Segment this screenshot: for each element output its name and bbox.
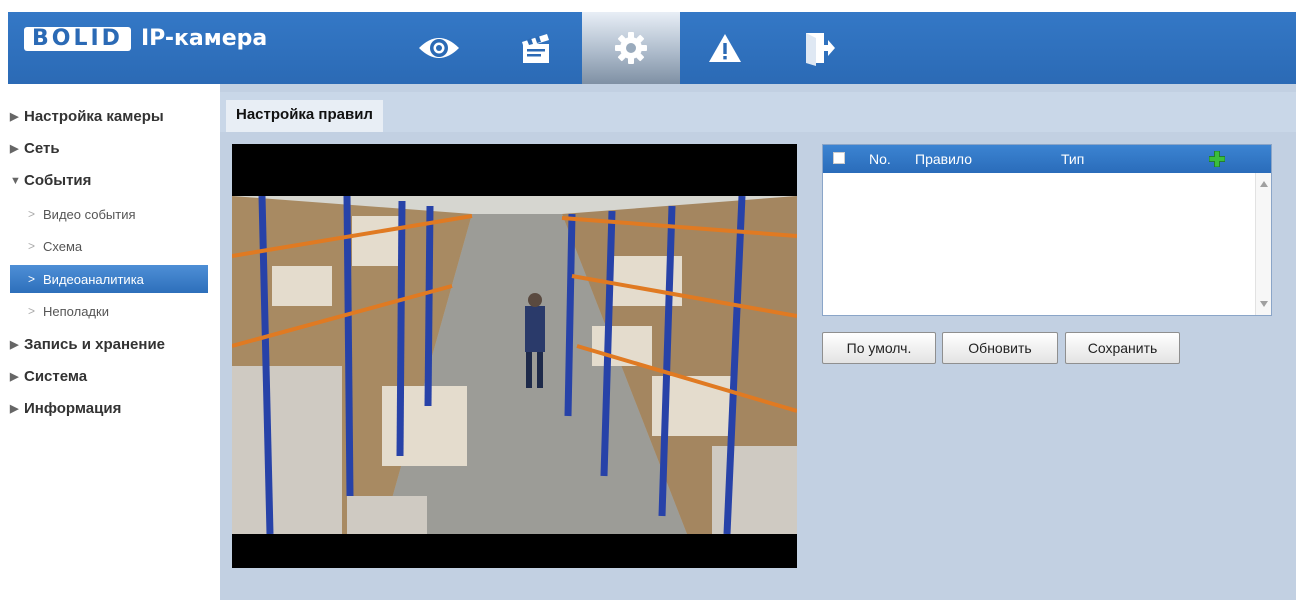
triangle-right-icon: ▶ [10, 339, 19, 351]
nav-settings-button[interactable] [582, 12, 680, 84]
triangle-right-icon: ▶ [10, 143, 19, 155]
add-rule-icon[interactable] [1209, 151, 1225, 167]
chevron-right-icon: > [28, 239, 36, 253]
gear-icon [615, 32, 647, 64]
sidebar-item-label: Сеть [24, 140, 60, 157]
default-button[interactable]: По умолч. [822, 332, 936, 364]
sidebar-item-events[interactable]: ▼ События [10, 172, 91, 189]
main-content: Настройка правил No. Правило Тип По умол… [220, 84, 1296, 600]
nav-logout-button[interactable] [770, 12, 868, 84]
sidebar-item-system[interactable]: ▶ Система [10, 368, 87, 385]
scroll-down-icon[interactable] [1260, 301, 1268, 307]
save-button[interactable]: Сохранить [1065, 332, 1180, 364]
sidebar-item-camera-settings[interactable]: ▶ Настройка камеры [10, 108, 164, 125]
sidebar-subitem-scheme[interactable]: > Схема [10, 232, 208, 260]
nav-playback-button[interactable] [488, 12, 586, 84]
refresh-button[interactable]: Обновить [942, 332, 1058, 364]
triangle-down-icon: ▼ [10, 174, 21, 187]
triangle-right-icon: ▶ [10, 371, 19, 383]
nav-alarm-button[interactable] [676, 12, 774, 84]
logout-icon [806, 33, 835, 66]
chevron-right-icon: > [28, 304, 36, 318]
nav-live-view-button[interactable] [390, 12, 488, 84]
warehouse-video-frame [232, 196, 797, 534]
sidebar-subitem-label: Видеоаналитика [43, 271, 144, 287]
sidebar-subitem-video-analytics[interactable]: > Видеоаналитика [10, 265, 208, 293]
sidebar-item-network[interactable]: ▶ Сеть [10, 140, 60, 157]
sidebar-item-label: Запись и хранение [24, 336, 166, 353]
logo-product: IP-камера [140, 26, 268, 51]
column-header-no: No. [869, 151, 891, 167]
rules-table: No. Правило Тип [822, 144, 1272, 316]
camera-preview[interactable] [232, 144, 797, 568]
sidebar-item-information[interactable]: ▶ Информация [10, 400, 121, 417]
chevron-right-icon: > [28, 207, 36, 221]
sidebar-subitem-label: Схема [43, 238, 83, 254]
sidebar-subitem-faults[interactable]: > Неполадки [10, 297, 208, 325]
triangle-right-icon: ▶ [10, 403, 19, 415]
select-all-checkbox[interactable] [833, 152, 845, 164]
tab-rule-settings[interactable]: Настройка правил [226, 100, 383, 132]
logo-brand: BOLID [24, 26, 131, 51]
triangle-right-icon: ▶ [10, 111, 19, 123]
column-header-type: Тип [1061, 151, 1085, 167]
sidebar-item-label: События [24, 172, 92, 189]
sidebar-subitem-video-events[interactable]: > Видео события [10, 200, 208, 228]
table-header: No. Правило Тип [823, 145, 1271, 173]
sidebar-subitem-label: Неполадки [43, 303, 109, 319]
rules-table-scrollbar[interactable] [1255, 173, 1271, 315]
column-header-rule: Правило [915, 151, 973, 167]
sidebar-subitem-label: Видео события [43, 206, 136, 222]
sidebar-item-label: Информация [24, 400, 122, 417]
sidebar-item-recording[interactable]: ▶ Запись и хранение [10, 336, 165, 353]
warning-icon [709, 34, 741, 62]
sidebar-item-label: Система [24, 368, 88, 385]
app-window: BOLID IP-камера ▶ Настройка камеры ▶ Сет… [0, 0, 1296, 600]
clapperboard-icon [522, 34, 549, 63]
chevron-right-icon: > [28, 272, 36, 286]
eye-icon [419, 38, 459, 58]
scroll-up-icon[interactable] [1260, 181, 1268, 187]
sidebar-item-label: Настройка камеры [24, 108, 164, 125]
logo: BOLID IP-камера [24, 26, 267, 51]
